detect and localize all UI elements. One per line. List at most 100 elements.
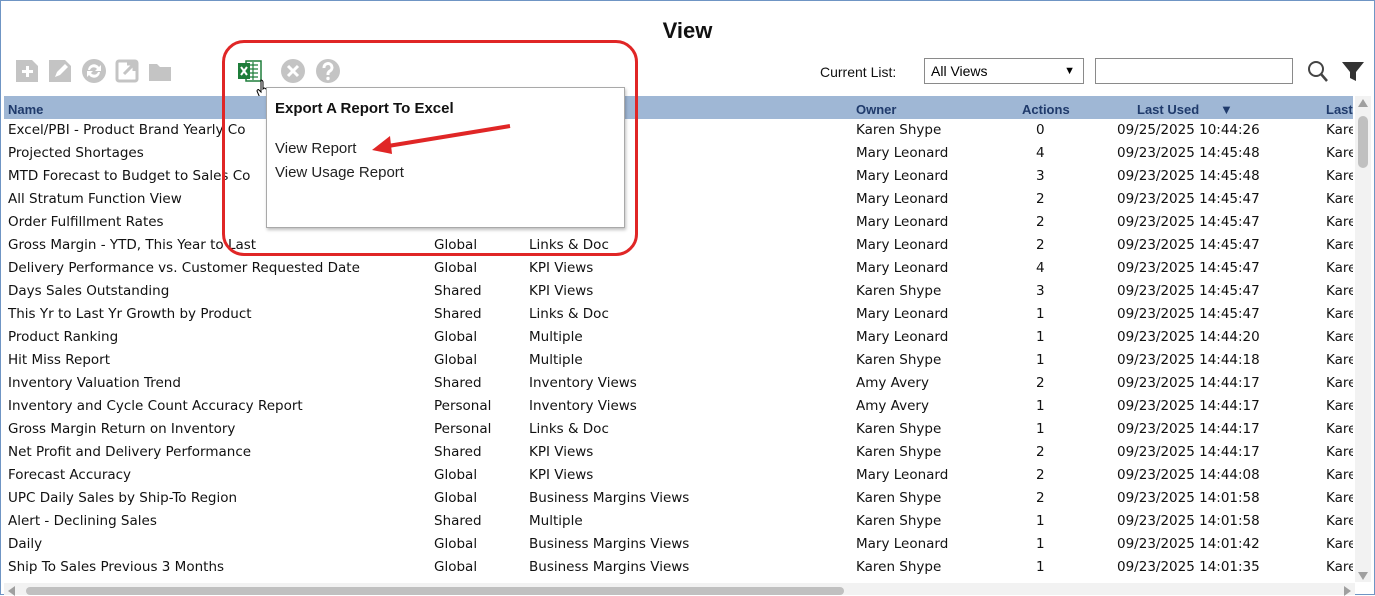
filter-icon[interactable] (1340, 58, 1366, 84)
cell-name: UPC Daily Sales by Ship-To Region (8, 490, 238, 506)
table-row[interactable]: Net Profit and Delivery Performance Share… (4, 441, 1353, 464)
cell-category: Inventory Views (529, 398, 637, 414)
cell-scope: Shared (434, 444, 482, 460)
cell-name: Excel/PBI - Product Brand Yearly Co (8, 122, 246, 138)
cell-actions: 1 (1036, 513, 1045, 529)
cell-last-used: 09/23/2025 14:01:58 (1117, 513, 1260, 529)
table-row[interactable]: Product Ranking Global Multiple Mary Leonar… (4, 326, 1353, 349)
cell-last-used: 09/25/2025 10:44:26 (1117, 122, 1260, 138)
cell-name: Alert - Declining Sales (8, 513, 157, 529)
cell-scope: Shared (434, 306, 482, 322)
cell-name: Projected Shortages (8, 145, 144, 161)
column-owner[interactable]: Owner (856, 102, 896, 117)
table-row[interactable]: Projected Shortages Mary Leonard 4 09/23/20… (4, 142, 1353, 165)
cell-last: Karen (1326, 214, 1353, 230)
cell-name: Gross Margin Return on Inventory (8, 421, 236, 437)
cell-name: Inventory Valuation Trend (8, 375, 181, 391)
edit-icon[interactable] (47, 58, 73, 84)
refresh-icon[interactable] (81, 58, 107, 84)
cell-last-used: 09/23/2025 14:45:48 (1117, 145, 1260, 161)
cell-actions: 1 (1036, 306, 1045, 322)
table-row[interactable]: Inventory Valuation Trend Shared Inventory… (4, 372, 1353, 395)
cell-last: Karen (1326, 375, 1353, 391)
cell-last: Karen (1326, 536, 1353, 552)
scroll-thumb-horizontal[interactable] (26, 587, 844, 595)
cell-owner: Karen Shype (856, 444, 942, 460)
cell-last-used: 09/23/2025 14:01:58 (1117, 490, 1260, 506)
cell-last: Karen (1326, 467, 1353, 483)
cell-owner: Amy Avery (856, 398, 929, 414)
add-icon[interactable] (14, 58, 40, 84)
table-row[interactable]: Excel/PBI - Product Brand Yearly Connect… (4, 119, 1353, 142)
table-row[interactable]: MTD Forecast to Budget to Sales Co Mary L… (4, 165, 1353, 188)
cell-name: Inventory and Cycle Count Accuracy Repor… (8, 398, 303, 414)
cell-owner: Karen Shype (856, 421, 942, 437)
scroll-up-icon[interactable] (1358, 99, 1368, 107)
cell-name: Hit Miss Report (8, 352, 110, 368)
cell-owner: Mary Leonard (856, 306, 949, 322)
cell-category: Business Margins Views (529, 559, 690, 575)
column-actions[interactable]: Actions (1022, 102, 1070, 117)
cell-owner: Karen Shype (856, 352, 942, 368)
cell-actions: 2 (1036, 375, 1045, 391)
table-row[interactable]: Ship To Sales Previous 3 Months Global Bus… (4, 556, 1353, 579)
cell-scope: Global (434, 536, 478, 552)
table-row[interactable]: Days Sales Outstanding Shared KPI Views Kar… (4, 280, 1353, 303)
table-row[interactable]: All Stratum Function ViewportsMary Leona… (4, 188, 1353, 211)
cell-last: Karen (1326, 145, 1353, 161)
cell-name: Delivery Performance vs. Customer Reques… (8, 260, 360, 276)
cell-category: Links & Doc (529, 421, 609, 437)
table-row[interactable]: This Yr to Last Yr Growth by Product Shar… (4, 303, 1353, 326)
cell-last: Karen (1326, 191, 1353, 207)
cell-name: Order Fulfillment Rates (8, 214, 164, 230)
cell-last-used: 09/23/2025 14:44:20 (1117, 329, 1260, 345)
table-row[interactable]: Inventory and Cycle Count Accuracy Repor… (4, 395, 1353, 418)
column-name[interactable]: Name (8, 102, 43, 117)
cell-actions: 1 (1036, 559, 1045, 575)
cell-last: Karen (1326, 237, 1353, 253)
cell-actions: 2 (1036, 490, 1045, 506)
horizontal-scrollbar[interactable] (4, 583, 1355, 596)
table-row[interactable]: Gross Margin - YTD, This Year to Last Glo… (4, 234, 1353, 257)
table-row[interactable]: UPC Daily Sales by Ship-To Region Global B… (4, 487, 1353, 510)
annotation-arrow (372, 124, 511, 154)
cell-category: Multiple (529, 329, 583, 345)
current-list-label: Current List: (820, 64, 897, 80)
scroll-thumb[interactable] (1358, 116, 1368, 168)
table-row[interactable]: Alert - Declining Sales Shared Multiple Kar… (4, 510, 1353, 533)
cell-owner: Mary Leonard (856, 237, 949, 253)
current-list-select[interactable]: All Views ▼ (924, 58, 1084, 84)
cell-owner: Karen Shype (856, 283, 942, 299)
table-row[interactable]: Daily Global Business Margins Views Mary Le… (4, 533, 1353, 556)
cell-owner: Mary Leonard (856, 536, 949, 552)
cell-category: KPI Views (529, 260, 594, 276)
table-row[interactable]: Order Fulfillment RatesGlobalLinks & Doc… (4, 211, 1353, 234)
cell-scope: Global (434, 352, 478, 368)
cell-last-used: 09/23/2025 14:44:08 (1117, 467, 1260, 483)
cell-actions: 2 (1036, 191, 1045, 207)
cell-owner: Karen Shype (856, 513, 942, 529)
cell-last: Karen (1326, 306, 1353, 322)
cell-last-used: 09/23/2025 14:45:47 (1117, 191, 1260, 207)
column-last-used[interactable]: Last Used (1137, 102, 1199, 117)
cell-actions: 1 (1036, 536, 1045, 552)
table-row[interactable]: Hit Miss Report Global Multiple Karen Shype… (4, 349, 1353, 372)
vertical-scrollbar[interactable] (1355, 96, 1371, 582)
cell-last-used: 09/23/2025 14:45:47 (1117, 214, 1260, 230)
cell-last-used: 09/23/2025 14:45:47 (1117, 283, 1260, 299)
cell-name: Daily (8, 536, 43, 552)
cell-scope: Global (434, 490, 478, 506)
search-input[interactable] (1095, 58, 1293, 84)
table-row[interactable]: Gross Margin Return on Inventory Personal… (4, 418, 1353, 441)
cell-scope: Global (434, 329, 478, 345)
search-icon[interactable] (1306, 58, 1330, 84)
folder-icon[interactable] (147, 58, 173, 84)
cell-last-used: 09/23/2025 14:44:17 (1117, 444, 1260, 460)
table-row[interactable]: Delivery Performance vs. Customer Reques… (4, 257, 1353, 280)
cell-last-used: 09/23/2025 14:45:47 (1117, 260, 1260, 276)
open-external-icon[interactable] (114, 58, 140, 84)
column-last[interactable]: Last (1326, 102, 1353, 117)
table-row[interactable]: Forecast Accuracy Global KPI Views Mary Leo… (4, 464, 1353, 487)
scroll-down-icon[interactable] (1358, 572, 1368, 580)
cell-last-used: 09/23/2025 14:44:17 (1117, 375, 1260, 391)
